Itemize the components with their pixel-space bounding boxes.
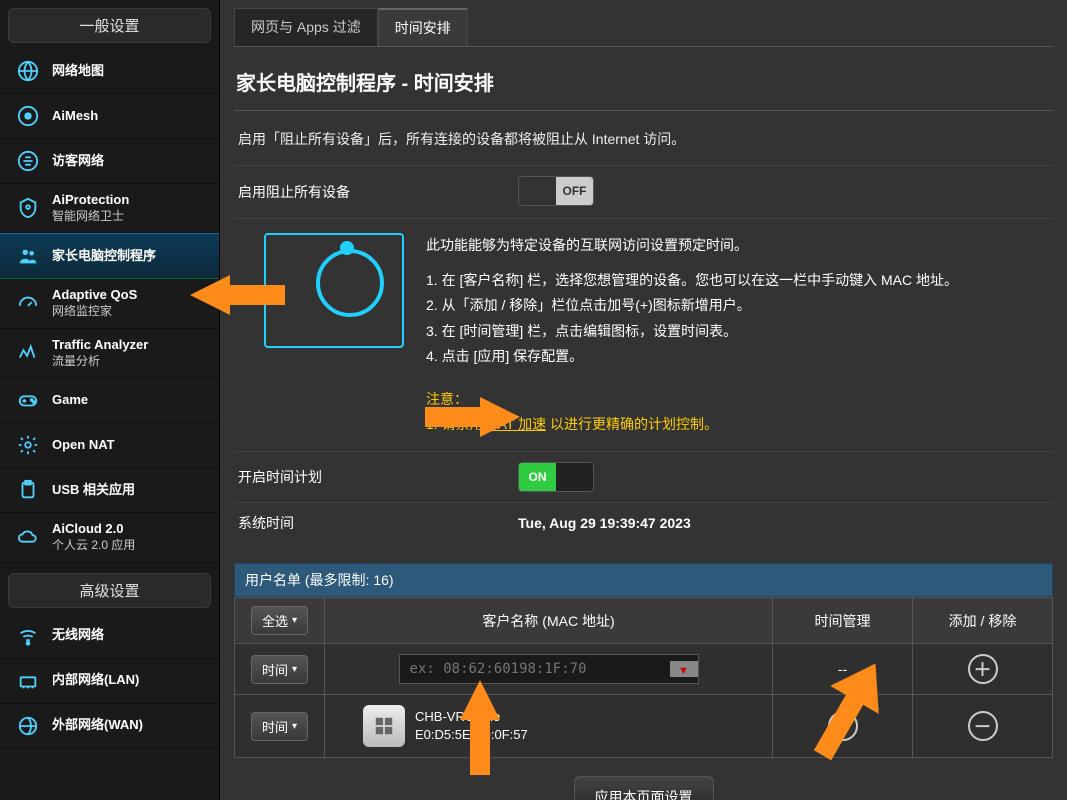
sidebar-item-label: 外部网络(WAN) — [52, 717, 143, 734]
windows-device-icon[interactable] — [363, 705, 405, 747]
users-icon — [14, 242, 42, 270]
remove-client-button[interactable]: － — [968, 711, 998, 741]
sidebar-item-label: USB 相关应用 — [52, 482, 135, 499]
sidebar-item-label: 无线网络 — [52, 627, 104, 644]
sidebar-item-label: Open NAT — [52, 437, 115, 454]
col-client-name: 客户名称 (MAC 地址) — [325, 598, 773, 644]
client-table: 全选▾ 客户名称 (MAC 地址) 时间管理 添加 / 移除 时间▾ ▼ — [234, 597, 1053, 758]
enable-schedule-toggle[interactable]: ON — [518, 462, 594, 492]
sidebar-item-label: AiProtection智能网络卫士 — [52, 192, 129, 224]
mac-address-input[interactable] — [400, 655, 670, 683]
gauge-icon — [14, 290, 42, 318]
sidebar-item-traffic-analyzer[interactable]: Traffic Analyzer流量分析 — [0, 329, 219, 378]
lan-icon — [14, 667, 42, 695]
sidebar-item-label: 网络地图 — [52, 63, 104, 80]
sidebar-item-guest-network[interactable]: 访客网络 — [0, 139, 219, 184]
help-step: 3. 在 [时间管理] 栏，点击编辑图标，设置时间表。 — [426, 319, 958, 344]
sidebar-item-label: 家长电脑控制程序 — [52, 248, 156, 265]
sidebar-item-wan[interactable]: 外部网络(WAN) — [0, 704, 219, 749]
system-time-value: Tue, Aug 29 19:39:47 2023 — [518, 515, 1049, 531]
sidebar-item-network-map[interactable]: 网络地图 — [0, 49, 219, 94]
sidebar-item-aiprotection[interactable]: AiProtection智能网络卫士 — [0, 184, 219, 233]
col-time-management: 时间管理 — [773, 598, 913, 644]
client-list-header: 用户名单 (最多限制: 16) — [234, 563, 1053, 597]
add-client-button[interactable]: ＋ — [968, 654, 998, 684]
help-step: 4. 点击 [应用] 保存配置。 — [426, 344, 958, 369]
table-row: 时间▾ CHB-VRGame E0:D5:5E:8D:0F:57 — [235, 695, 1053, 758]
main-content: 网页与 Apps 过滤 时间安排 家长电脑控制程序 - 时间安排 启用「阻止所有… — [220, 0, 1067, 800]
description-text: 启用「阻止所有设备」后，所有连接的设备都将被阻止从 Internet 访问。 — [234, 119, 1053, 165]
device-info: CHB-VRGame E0:D5:5E:8D:0F:57 — [415, 708, 528, 744]
help-block: 此功能能够为特定设备的互联网访问设置预定时间。 1. 在 [客户名称] 栏，选择… — [234, 218, 1053, 451]
edit-schedule-button[interactable] — [828, 711, 858, 741]
sidebar-item-label: 访客网络 — [52, 153, 104, 170]
sidebar-item-aicloud[interactable]: AiCloud 2.0个人云 2.0 应用 — [0, 513, 219, 562]
shield-icon — [14, 194, 42, 222]
help-intro: 此功能能够为特定设备的互联网访问设置预定时间。 — [426, 233, 958, 258]
block-all-devices-toggle[interactable]: OFF — [518, 176, 594, 206]
sidebar-item-label: Game — [52, 392, 88, 409]
tab-web-apps-filter[interactable]: 网页与 Apps 过滤 — [234, 8, 378, 46]
time-cell-empty: -- — [773, 644, 913, 695]
time-dropdown-button[interactable]: 时间▾ — [251, 655, 308, 684]
mac-address-input-wrap: ▼ — [399, 654, 699, 684]
sidebar-item-label: 内部网络(LAN) — [52, 672, 139, 689]
tabs: 网页与 Apps 过滤 时间安排 — [234, 8, 1053, 47]
table-row: 时间▾ ▼ -- ＋ — [235, 644, 1053, 695]
tab-time-scheduling[interactable]: 时间安排 — [378, 8, 468, 46]
sidebar-item-usb-app[interactable]: USB 相关应用 — [0, 468, 219, 513]
device-mac: E0:D5:5E:8D:0F:57 — [415, 726, 528, 744]
sidebar-item-parental-controls[interactable]: 家长电脑控制程序 — [0, 233, 219, 279]
col-add-remove: 添加 / 移除 — [913, 598, 1053, 644]
sidebar-item-label: AiMesh — [52, 108, 98, 125]
mesh-icon — [14, 102, 42, 130]
globe-icon — [14, 57, 42, 85]
sidebar-item-label: AiCloud 2.0个人云 2.0 应用 — [52, 521, 135, 553]
select-all-button[interactable]: 全选▾ — [251, 606, 308, 635]
sidebar-item-lan[interactable]: 内部网络(LAN) — [0, 659, 219, 704]
chart-wave-icon — [14, 339, 42, 367]
system-time-label: 系统时间 — [238, 513, 518, 533]
device-name: CHB-VRGame — [415, 708, 528, 726]
enable-schedule-label: 开启时间计划 — [238, 467, 518, 487]
nat-acceleration-link[interactable]: NAT 加速 — [487, 416, 546, 432]
sidebar-item-label: Traffic Analyzer流量分析 — [52, 337, 148, 369]
sidebar-item-aimesh[interactable]: AiMesh — [0, 94, 219, 139]
sidebar-item-open-nat[interactable]: Open NAT — [0, 423, 219, 468]
attention-block: 注意： 1. 请禁用 NAT 加速 以进行更精确的计划控制。 — [426, 387, 958, 437]
help-step: 1. 在 [客户名称] 栏，选择您想管理的设备。您也可以在这一栏中手动键入 MA… — [426, 268, 958, 293]
sidebar-section-general: 一般设置 — [8, 8, 211, 43]
sidebar-item-adaptive-qos[interactable]: Adaptive QoS网络监控家 — [0, 279, 219, 328]
wifi-icon — [14, 622, 42, 650]
help-step: 2. 从「添加 / 移除」栏位点击加号(+)图标新增用户。 — [426, 293, 958, 318]
sidebar-section-advanced: 高级设置 — [8, 573, 211, 608]
page-title: 家长电脑控制程序 - 时间安排 — [234, 59, 1053, 111]
apply-page-settings-button[interactable]: 应用本页面设置 — [574, 776, 714, 800]
time-dropdown-button[interactable]: 时间▾ — [251, 712, 308, 741]
wifi-globe-icon — [14, 147, 42, 175]
wan-globe-icon — [14, 712, 42, 740]
sidebar-item-game[interactable]: Game — [0, 378, 219, 423]
schedule-illustration-icon — [264, 233, 404, 348]
usb-icon — [14, 476, 42, 504]
gamepad-icon — [14, 386, 42, 414]
sidebar-item-label: Adaptive QoS网络监控家 — [52, 287, 137, 319]
mac-dropdown-button[interactable]: ▼ — [670, 661, 698, 677]
sidebar: 一般设置 网络地图 AiMesh 访客网络 AiProtection智能网络卫士… — [0, 0, 220, 800]
block-all-devices-label: 启用阻止所有设备 — [238, 182, 518, 202]
cloud-icon — [14, 524, 42, 552]
sidebar-item-wireless[interactable]: 无线网络 — [0, 614, 219, 659]
gear-icon — [14, 431, 42, 459]
